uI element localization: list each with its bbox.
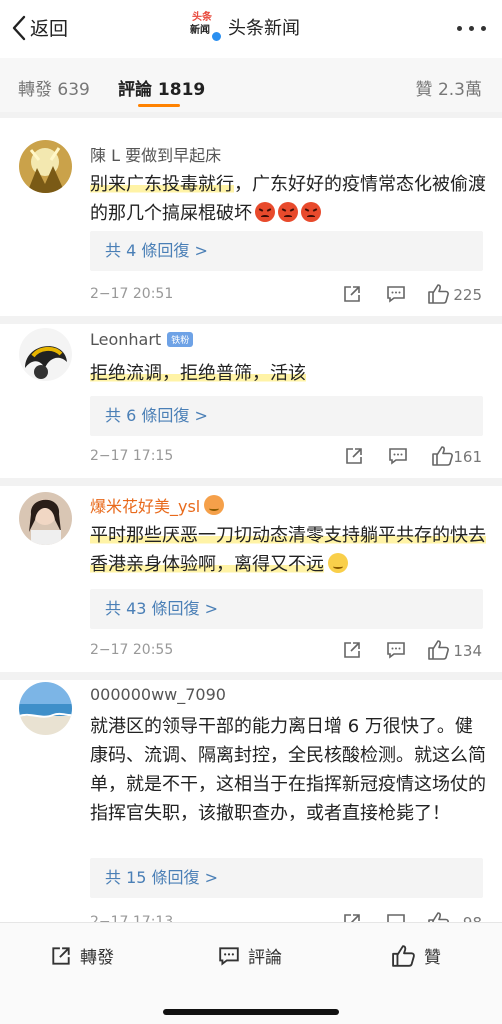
view-replies-button[interactable]: 共 4 條回復 >: [90, 231, 483, 271]
comment-meta: 2−17 20:51 225: [90, 284, 490, 308]
like-button[interactable]: 贊: [392, 943, 441, 968]
thumbs-up-icon: [392, 944, 415, 967]
like-count: 134: [453, 642, 482, 660]
view-replies-button[interactable]: 共 43 條回復 >: [90, 589, 483, 629]
bottom-action-bar: 轉發 評論 贊: [0, 922, 502, 1024]
highlighted-text: 别来广东投毒就行: [90, 174, 234, 195]
view-replies-button[interactable]: 共 6 條回復 >: [90, 396, 483, 436]
avatar[interactable]: [19, 492, 72, 545]
back-label: 返回: [30, 18, 69, 40]
like-count: 225: [453, 286, 482, 304]
app-logo: 头条 新闻: [190, 12, 222, 42]
highlighted-text: 拒绝流调，拒绝普筛，活该: [90, 363, 306, 384]
comment-item: Leonhart 铁粉 拒绝流调，拒绝普筛，活该 共 6 條回復 > 2−17 1…: [0, 324, 502, 478]
tab-comment[interactable]: 評論 1819: [118, 75, 205, 100]
share-icon[interactable]: [344, 446, 364, 466]
thumbs-up-icon[interactable]: [428, 912, 450, 922]
home-indicator[interactable]: [163, 1009, 339, 1015]
divider: [0, 478, 502, 486]
comment-time: 2−17 20:51: [90, 286, 174, 302]
divider: [0, 316, 502, 324]
more-dot: [469, 26, 474, 31]
comment-meta: 2−17 17:13 98: [90, 912, 490, 922]
comment-meta: 2−17 17:15 161: [90, 446, 490, 470]
comment-text: 平时那些厌恶一刀切动态清零支持躺平共存的快去香港亲身体验啊，离得又不远: [90, 521, 490, 579]
view-replies-button[interactable]: 共 15 條回復 >: [90, 858, 483, 898]
chevron-left-icon: [12, 15, 26, 40]
username-text: Leonhart: [90, 330, 162, 349]
angry-emoji-icon: [278, 202, 298, 222]
share-icon[interactable]: [342, 284, 362, 304]
reply-icon[interactable]: [386, 640, 406, 660]
comment-username[interactable]: 陳 L 要做到早起床: [90, 142, 221, 166]
username-text: 爆米花好美_ysl: [90, 497, 201, 516]
tab-like[interactable]: 贊 2.3萬: [416, 75, 482, 100]
crown-emoji-icon: [204, 495, 225, 515]
reply-icon[interactable]: [386, 912, 406, 922]
laugh-emoji-icon: [328, 553, 348, 573]
account-brand: 头条 新闻 头条新闻: [190, 12, 300, 42]
highlighted-text: 平时那些厌恶一刀切动态清零支持躺平共存的快去香港亲身体验啊，离得又不远: [90, 525, 486, 575]
share-icon[interactable]: [342, 912, 362, 922]
angry-emoji-icon: [301, 202, 321, 222]
tab-bar: 轉發 639 評論 1819 贊 2.3萬: [0, 58, 502, 112]
reply-icon[interactable]: [386, 284, 406, 304]
comment-time: 2−17 17:13: [90, 914, 174, 922]
reply-icon[interactable]: [388, 446, 408, 466]
comment-username[interactable]: 爆米花好美_ysl: [90, 493, 225, 517]
fan-badge: 铁粉: [167, 332, 194, 347]
comment-meta: 2−17 20:55 134: [90, 640, 490, 664]
thumbs-up-icon[interactable]: [428, 640, 450, 660]
comment-label: 評論: [248, 948, 282, 968]
share-icon: [52, 946, 70, 965]
comment-username[interactable]: 000000ww_7090: [90, 685, 226, 704]
active-tab-indicator: [138, 104, 180, 107]
comment-time: 2−17 20:55: [90, 642, 174, 658]
share-icon[interactable]: [342, 640, 362, 660]
comment-item: 陳 L 要做到早起床 别来广东投毒就行，广东好好的疫情常态化被偷渡的那几个搞屎棍…: [0, 118, 502, 316]
divider: [0, 672, 502, 680]
like-label: 贊: [424, 948, 441, 968]
comment-icon: [219, 946, 239, 966]
repost-label: 轉發: [80, 948, 114, 968]
top-bar: 返回 头条 新闻 头条新闻: [0, 0, 502, 58]
repost-button[interactable]: 轉發: [50, 943, 114, 968]
comment-item: 爆米花好美_ysl 平时那些厌恶一刀切动态清零支持躺平共存的快去香港亲身体验啊，…: [0, 486, 502, 672]
logo-text-top: 头条: [192, 12, 212, 23]
comment-text: 别来广东投毒就行，广东好好的疫情常态化被偷渡的那几个搞屎棍破坏: [90, 170, 490, 228]
verified-badge-icon: [211, 31, 222, 42]
comment-text: 就港区的领导干部的能力离日增 6 万很快了。健康码、流调、隔离封控，全民核酸检测…: [90, 716, 486, 824]
comment-item: 000000ww_7090 就港区的领导干部的能力离日增 6 万很快了。健康码、…: [0, 680, 502, 922]
avatar[interactable]: [19, 328, 72, 381]
avatar[interactable]: [19, 682, 72, 735]
page-title: 头条新闻: [228, 18, 300, 39]
comment-text: 拒绝流调，拒绝普筛，活该: [90, 359, 490, 388]
tab-repost[interactable]: 轉發 639: [18, 75, 90, 100]
more-dot: [457, 26, 462, 31]
back-button[interactable]: 返回: [12, 14, 68, 41]
more-icon[interactable]: [457, 26, 486, 31]
avatar[interactable]: [19, 140, 72, 193]
more-dot: [481, 26, 486, 31]
like-count: 161: [453, 448, 482, 466]
thumbs-up-icon[interactable]: [428, 284, 450, 304]
comment-time: 2−17 17:15: [90, 448, 174, 464]
comment-button[interactable]: 評論: [218, 943, 282, 968]
comment-username[interactable]: Leonhart 铁粉: [90, 330, 194, 349]
angry-emoji-icon: [255, 202, 275, 222]
thumbs-up-icon[interactable]: [432, 446, 454, 466]
logo-text-bottom: 新闻: [190, 25, 210, 36]
comment-list[interactable]: 陳 L 要做到早起床 别来广东投毒就行，广东好好的疫情常态化被偷渡的那几个搞屎棍…: [0, 118, 502, 922]
like-count: 98: [463, 914, 482, 922]
